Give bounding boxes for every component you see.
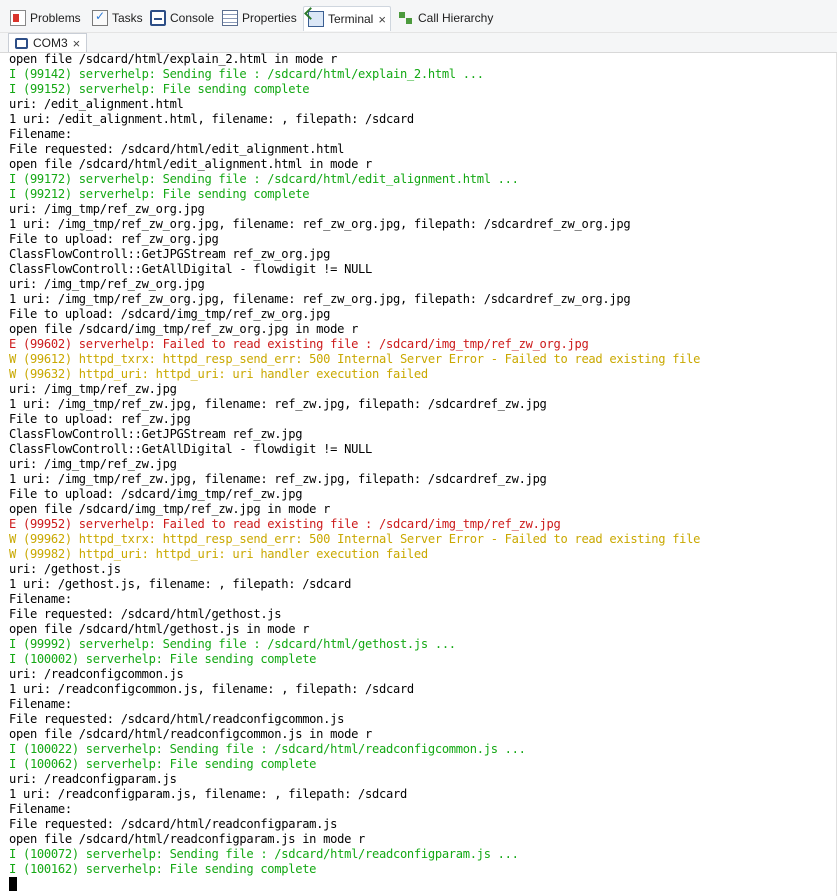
terminal-line-normal: File requested: /sdcard/html/readconfigc… (9, 712, 345, 726)
terminal-line-normal: 1 uri: /img_tmp/ref_zw.jpg, filename: re… (9, 472, 547, 486)
console-icon (150, 10, 166, 26)
terminal-line-info: I (100002) serverhelp: File sending comp… (9, 652, 317, 666)
terminal-line-normal: File requested: /sdcard/html/readconfigp… (9, 817, 338, 831)
terminal-line-info: I (99992) serverhelp: Sending file : /sd… (9, 637, 456, 651)
terminal-line-info: I (100062) serverhelp: File sending comp… (9, 757, 317, 771)
terminal-line-normal: open file /sdcard/html/readconfigparam.j… (9, 832, 366, 846)
terminal-line-info: I (100162) serverhelp: File sending comp… (9, 862, 317, 876)
problems-icon (10, 10, 26, 26)
terminal-line-warning: W (99982) httpd_uri: httpd_uri: uri hand… (9, 547, 428, 561)
terminal-line-info: I (100072) serverhelp: Sending file : /s… (9, 847, 519, 861)
terminal-line-normal: 1 uri: /readconfigcommon.js, filename: ,… (9, 682, 414, 696)
terminal-line-info: I (99142) serverhelp: Sending file : /sd… (9, 67, 484, 81)
terminal-line-info: I (99152) serverhelp: File sending compl… (9, 82, 310, 96)
terminal-line-normal: open file /sdcard/html/edit_alignment.ht… (9, 157, 373, 171)
tab-terminal[interactable]: Terminal × (303, 6, 391, 31)
terminal-line-info: I (99172) serverhelp: Sending file : /sd… (9, 172, 519, 186)
tab-label: Call Hierarchy (418, 11, 494, 25)
properties-icon (222, 10, 238, 26)
terminal-line-normal: open file /sdcard/img_tmp/ref_zw_org.jpg… (9, 322, 359, 336)
terminal-line-normal: uri: /readconfigparam.js (9, 772, 177, 786)
tab-label: Problems (30, 11, 81, 25)
terminal-line-normal: 1 uri: /readconfigparam.js, filename: , … (9, 787, 407, 801)
terminal-line-normal: ClassFlowControll::GetAllDigital - flowd… (9, 262, 373, 276)
terminal-line-normal: uri: /img_tmp/ref_zw_org.jpg (9, 277, 205, 291)
terminal-line-normal: open file /sdcard/html/explain_2.html in… (9, 52, 338, 66)
tab-label: Properties (242, 11, 297, 25)
terminal-line-info: I (99212) serverhelp: File sending compl… (9, 187, 310, 201)
terminal-line-normal: Filename: (9, 697, 72, 711)
close-icon[interactable]: × (378, 12, 386, 27)
terminal-line-normal: 1 uri: /edit_alignment.html, filename: ,… (9, 112, 414, 126)
terminal-line-normal: 1 uri: /img_tmp/ref_zw.jpg, filename: re… (9, 397, 547, 411)
tab-com3[interactable]: COM3 × (8, 33, 88, 52)
terminal-line-normal: ClassFlowControll::GetJPGStream ref_zw.j… (9, 427, 303, 441)
terminal-line-normal: File requested: /sdcard/html/gethost.js (9, 607, 282, 621)
terminal-line-normal: 1 uri: /img_tmp/ref_zw_org.jpg, filename… (9, 292, 631, 306)
tab-label: Tasks (112, 11, 143, 25)
view-tab-bar: Problems Tasks Console Properties Termin… (0, 0, 837, 33)
tab-call-hierarchy[interactable]: Call Hierarchy (398, 7, 493, 29)
terminal-line-normal: Filename: (9, 127, 72, 141)
terminal-line-normal: open file /sdcard/img_tmp/ref_zw.jpg in … (9, 502, 331, 516)
terminal-line-normal: uri: /gethost.js (9, 562, 121, 576)
terminal-line-normal: File to upload: /sdcard/img_tmp/ref_zw.j… (9, 487, 303, 501)
console-icon (15, 37, 28, 49)
terminal-session-bar: COM3 × (0, 33, 837, 53)
terminal-output[interactable]: open file /sdcard/html/explain_2.html in… (9, 52, 837, 877)
session-label: COM3 (33, 36, 68, 50)
terminal-line-normal: File requested: /sdcard/html/edit_alignm… (9, 142, 345, 156)
terminal-line-normal: File to upload: /sdcard/img_tmp/ref_zw_o… (9, 307, 331, 321)
terminal-icon (308, 11, 324, 27)
terminal-line-warning: W (99612) httpd_txrx: httpd_resp_send_er… (9, 352, 701, 366)
terminal-line-normal: File to upload: ref_zw.jpg (9, 412, 191, 426)
terminal-line-normal: uri: /img_tmp/ref_zw.jpg (9, 382, 177, 396)
tab-label: Terminal (328, 12, 374, 26)
terminal-line-normal: ClassFlowControll::GetJPGStream ref_zw_o… (9, 247, 331, 261)
terminal-line-normal: Filename: (9, 802, 72, 816)
tab-problems[interactable]: Problems (10, 7, 81, 29)
call-hierarchy-icon (398, 10, 414, 26)
terminal-line-normal: File to upload: ref_zw_org.jpg (9, 232, 219, 246)
tab-properties[interactable]: Properties (222, 7, 297, 29)
terminal-line-normal: uri: /img_tmp/ref_zw_org.jpg (9, 202, 205, 216)
tab-label: Console (170, 11, 215, 25)
terminal-line-error: E (99952) serverhelp: Failed to read exi… (9, 517, 561, 531)
terminal-line-normal: 1 uri: /img_tmp/ref_zw_org.jpg, filename… (9, 217, 631, 231)
terminal-line-normal: ClassFlowControll::GetAllDigital - flowd… (9, 442, 373, 456)
terminal-line-normal: open file /sdcard/html/readconfigcommon.… (9, 727, 373, 741)
terminal-line-normal: Filename: (9, 592, 72, 606)
terminal-cursor (9, 877, 17, 891)
terminal-line-normal: uri: /readconfigcommon.js (9, 667, 184, 681)
terminal-line-normal: uri: /edit_alignment.html (9, 97, 184, 111)
terminal-line-normal: open file /sdcard/html/gethost.js in mod… (9, 622, 310, 636)
tab-console[interactable]: Console (150, 7, 214, 29)
terminal-line-warning: W (99962) httpd_txrx: httpd_resp_send_er… (9, 532, 701, 546)
terminal-line-normal: uri: /img_tmp/ref_zw.jpg (9, 457, 177, 471)
terminal-line-normal: 1 uri: /gethost.js, filename: , filepath… (9, 577, 352, 591)
tasks-icon (92, 9, 108, 26)
terminal-line-error: E (99602) serverhelp: Failed to read exi… (9, 337, 589, 351)
terminal-line-warning: W (99632) httpd_uri: httpd_uri: uri hand… (9, 367, 428, 381)
tab-tasks[interactable]: Tasks (92, 7, 143, 29)
close-icon[interactable]: × (73, 36, 81, 51)
terminal-line-info: I (100022) serverhelp: Sending file : /s… (9, 742, 526, 756)
